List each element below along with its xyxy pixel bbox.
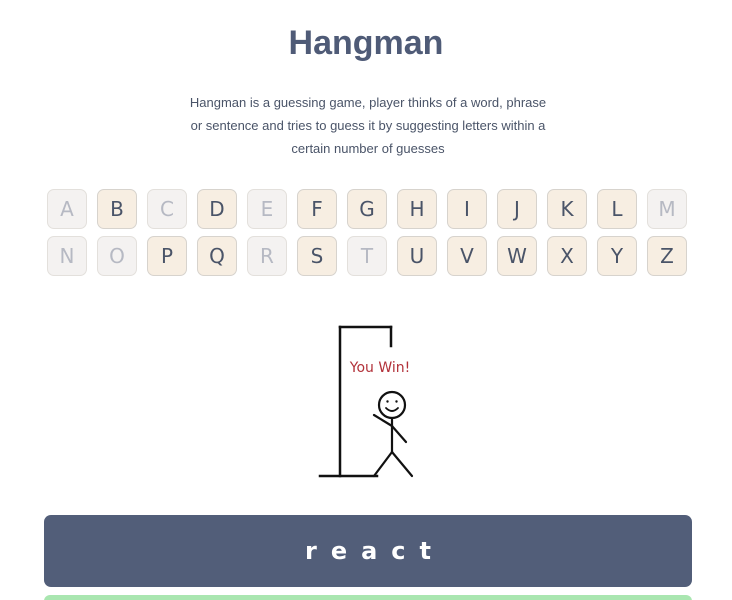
letter-key[interactable]: J xyxy=(497,189,537,229)
game-description: Hangman is a guessing game, player think… xyxy=(189,95,547,156)
letter-key[interactable]: T xyxy=(347,236,387,276)
letter-key[interactable]: O xyxy=(97,236,137,276)
stick-figure xyxy=(372,390,414,478)
letter-key[interactable]: U xyxy=(397,236,437,276)
letter-key[interactable]: X xyxy=(547,236,587,276)
page-title: Hangman xyxy=(288,24,444,62)
letter-key[interactable]: S xyxy=(297,236,337,276)
hangman-stage: You Win! xyxy=(310,318,430,488)
letter-key[interactable]: B xyxy=(97,189,137,229)
letter-key[interactable]: A xyxy=(47,189,87,229)
letter-key[interactable]: C xyxy=(147,189,187,229)
letter-key[interactable]: R xyxy=(247,236,287,276)
figure-left-leg xyxy=(372,450,394,478)
letter-key[interactable]: N xyxy=(47,236,87,276)
letter-key[interactable]: M xyxy=(647,189,687,229)
letter-key[interactable]: V xyxy=(447,236,487,276)
figure-right-eye xyxy=(395,400,398,403)
letter-key[interactable]: I xyxy=(447,189,487,229)
letter-key[interactable]: Q xyxy=(197,236,237,276)
figure-left-eye xyxy=(386,400,389,403)
letter-key[interactable]: Z xyxy=(647,236,687,276)
gallows-drawing xyxy=(318,325,414,478)
letter-key[interactable]: D xyxy=(197,189,237,229)
word-display: react xyxy=(44,515,692,587)
letter-key[interactable]: E xyxy=(247,189,287,229)
letter-key[interactable]: P xyxy=(147,236,187,276)
hangman-page: Hangman Hangman is a guessing game, play… xyxy=(0,0,732,600)
revealed-word: react xyxy=(304,537,445,565)
letter-key[interactable]: Y xyxy=(597,236,637,276)
keyboard-row: N O P Q R S T U V W X Y Z xyxy=(47,236,689,278)
letter-key[interactable]: F xyxy=(297,189,337,229)
figure-right-arm xyxy=(390,424,408,444)
play-again-button[interactable] xyxy=(44,595,692,600)
letter-key[interactable]: K xyxy=(547,189,587,229)
win-message: You Win! xyxy=(349,360,411,376)
figure-right-leg xyxy=(390,450,414,478)
keyboard-row: A B C D E F G H I J K L M xyxy=(47,189,689,231)
letter-keyboard: A B C D E F G H I J K L M N O P Q R S T … xyxy=(47,189,689,279)
letter-key[interactable]: L xyxy=(597,189,637,229)
figure-head xyxy=(377,390,407,420)
letter-key[interactable]: G xyxy=(347,189,387,229)
letter-key[interactable]: H xyxy=(397,189,437,229)
figure-smile xyxy=(385,407,399,412)
letter-key[interactable]: W xyxy=(497,236,537,276)
